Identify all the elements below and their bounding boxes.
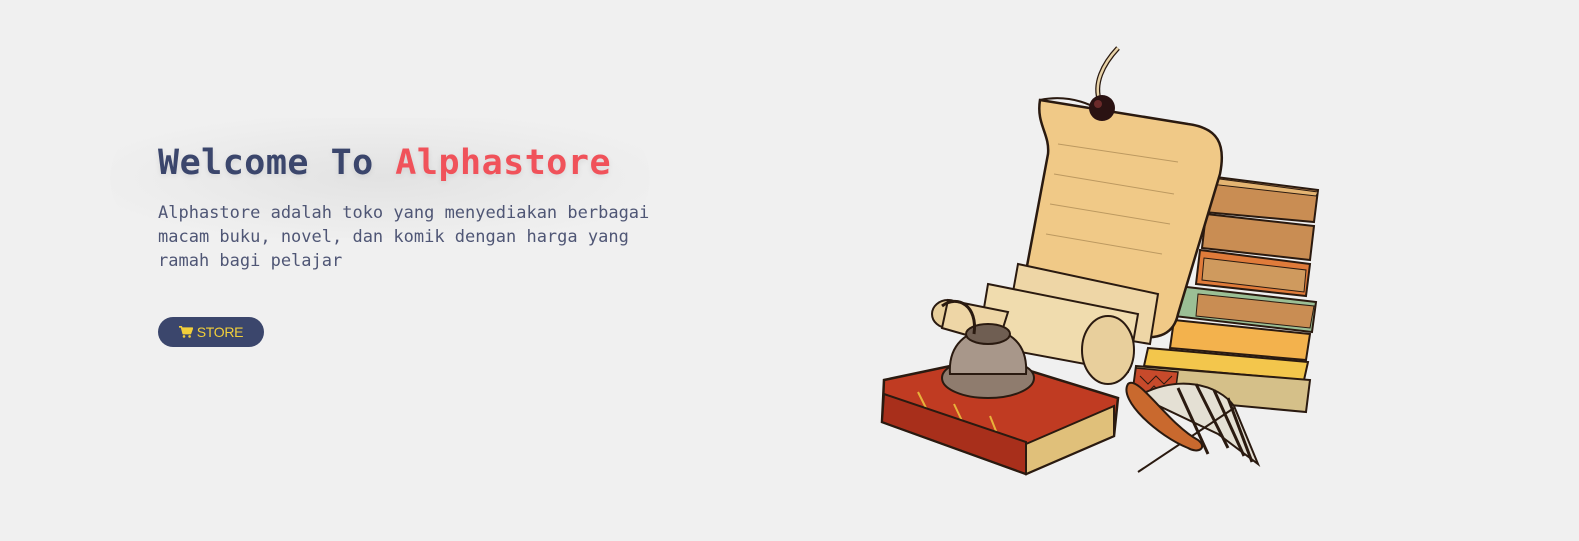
shopping-cart-icon: [178, 326, 193, 338]
hero-title: Welcome To Alphastore: [158, 143, 611, 183]
title-brand: Alphastore: [395, 143, 612, 183]
hero-section: Welcome To Alphastore Alphastore adalah …: [0, 0, 1579, 541]
store-button-label: STORE: [196, 324, 244, 340]
title-prefix: Welcome To: [158, 143, 374, 183]
books-scroll-illustration: [880, 46, 1320, 476]
store-button[interactable]: STORE: [158, 317, 264, 347]
hero-description: Alphastore adalah toko yang menyediakan …: [158, 203, 650, 271]
